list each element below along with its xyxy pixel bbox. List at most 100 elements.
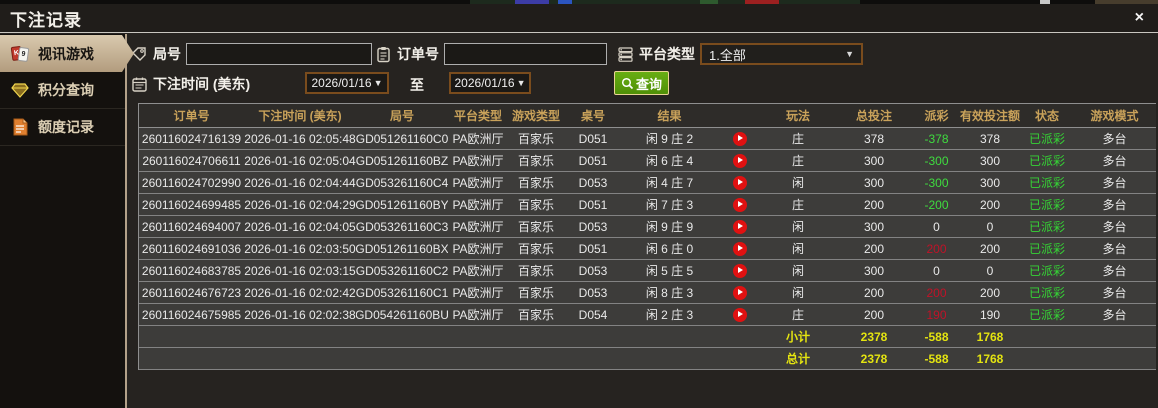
date-from-picker[interactable]: 2026/01/16 ▼ xyxy=(305,72,389,94)
cell-round: GD053261160C4 xyxy=(356,175,448,190)
cell-valid: 300 xyxy=(979,153,1001,168)
cell-platform: PA欧洲厅 xyxy=(452,220,504,234)
search-button-label: 查询 xyxy=(635,76,662,92)
cell-total: 300 xyxy=(863,263,885,278)
header-cell: 下注时间 (美东) xyxy=(258,109,342,123)
cell-status: 已派彩 xyxy=(1028,308,1065,322)
cell-total: 200 xyxy=(863,285,885,300)
round-number-input[interactable] xyxy=(186,43,372,65)
cell-status: 已派彩 xyxy=(1028,132,1065,146)
play-cell xyxy=(717,260,762,281)
play-video-icon[interactable] xyxy=(732,241,747,256)
platform-type-label: 平台类型 xyxy=(639,46,695,62)
header-cell: 总投注 xyxy=(855,109,892,123)
header-cell xyxy=(717,104,762,127)
header-cell: 状态 xyxy=(1034,109,1059,123)
cell-platform: PA欧洲厅 xyxy=(452,198,504,212)
play-video-icon[interactable] xyxy=(732,285,747,300)
subtotal-cell-payout: -588 xyxy=(924,329,949,344)
cell-platform: PA欧洲厅 xyxy=(452,242,504,256)
cell-mode: 多台 xyxy=(1102,220,1127,234)
cell-order: 260116024676723 xyxy=(141,285,242,300)
cell-mode: 多台 xyxy=(1102,176,1127,190)
cell-result: 闲 2 庄 3 xyxy=(645,308,694,322)
cell-round: GD051261160BZ xyxy=(356,153,448,168)
play-cell xyxy=(717,304,762,325)
cell-platform: PA欧洲厅 xyxy=(452,264,504,278)
cell-result: 闲 9 庄 2 xyxy=(645,132,694,146)
play-video-icon[interactable] xyxy=(732,219,747,234)
subtotal-cell-result xyxy=(622,326,717,347)
play-video-icon[interactable] xyxy=(732,131,747,146)
play-video-icon[interactable] xyxy=(732,153,747,168)
search-button[interactable]: 查询 xyxy=(614,71,669,95)
play-cell xyxy=(717,150,762,171)
subtotal-cell-round xyxy=(356,326,448,347)
cell-valid: 378 xyxy=(979,131,1001,146)
cell-result: 闲 8 庄 3 xyxy=(645,286,694,300)
cell-valid: 200 xyxy=(979,241,1001,256)
subtotal-cell-mode xyxy=(1073,326,1156,347)
cell-valid: 0 xyxy=(986,263,994,278)
play-cell xyxy=(717,172,762,193)
cell-bet_type: 庄 xyxy=(791,198,804,212)
sidebar-item-quota-records[interactable]: 额度记录 xyxy=(0,109,125,146)
cell-round: GD053261160C3 xyxy=(356,219,448,234)
play-video-icon[interactable] xyxy=(732,175,747,190)
subtotal-cell-status xyxy=(1021,326,1073,347)
order-number-input[interactable] xyxy=(444,43,607,65)
date-to-value: 2026/01/16 xyxy=(454,76,515,90)
date-from-value: 2026/01/16 xyxy=(311,76,372,90)
play-video-icon[interactable] xyxy=(732,263,747,278)
cell-order: 260116024683785 xyxy=(141,263,242,278)
cell-payout: 0 xyxy=(933,263,940,278)
cell-game: 百家乐 xyxy=(517,308,554,322)
close-icon[interactable]: × xyxy=(1135,10,1144,26)
cell-status: 已派彩 xyxy=(1028,154,1065,168)
cell-total: 200 xyxy=(863,197,885,212)
table-row: 260116024699485 2026-01-16 02:04:29 GD0512… xyxy=(139,194,1156,216)
cell-result: 闲 6 庄 4 xyxy=(645,154,694,168)
bet-time-label: 下注时间 (美东) xyxy=(153,76,251,92)
subtotal-cell-play xyxy=(717,326,762,347)
cell-total: 300 xyxy=(863,175,885,190)
chevron-down-icon: ▼ xyxy=(516,78,526,88)
table-row: 260116024676723 2026-01-16 02:02:42 GD0532… xyxy=(139,282,1156,304)
play-video-icon[interactable] xyxy=(732,197,747,212)
cell-result: 闲 5 庄 5 xyxy=(645,264,694,278)
sidebar-item-video-games[interactable]: K 9 视讯游戏 xyxy=(0,35,134,72)
platform-type-select[interactable]: 1.全部 ▼ xyxy=(700,43,863,65)
round-number-label: 局号 xyxy=(153,46,181,62)
grand-total-cell-play xyxy=(717,348,762,369)
cell-order: 260116024702990 xyxy=(141,175,242,190)
cell-platform: PA欧洲厅 xyxy=(452,176,504,190)
chevron-down-icon: ▼ xyxy=(373,78,383,88)
cell-round: GD051261160C0 xyxy=(356,131,448,146)
table-header-row: 订单号 下注时间 (美东) 局号 平台类型 游戏类型 桌号 结果 玩法 总投注 派彩 有效投注额 状态… xyxy=(139,104,1156,128)
header-cell: 派彩 xyxy=(924,109,949,123)
cell-mode: 多台 xyxy=(1102,154,1127,168)
sidebar-item-label: 视讯游戏 xyxy=(38,45,94,62)
grand-total-row: 总计 2378 -588 1768 xyxy=(139,348,1156,370)
cell-platform: PA欧洲厅 xyxy=(452,286,504,300)
table-row: 260116024675985 2026-01-16 02:02:38 GD0542… xyxy=(139,304,1156,326)
magnifier-icon xyxy=(621,77,634,90)
cell-mode: 多台 xyxy=(1102,264,1127,278)
date-to-picker[interactable]: 2026/01/16 ▼ xyxy=(449,72,531,94)
play-video-icon[interactable] xyxy=(732,307,747,322)
cell-table_no: D053 xyxy=(578,219,608,234)
bet-time-group: 下注时间 (美东) xyxy=(131,72,250,96)
play-cell xyxy=(717,216,762,237)
cell-game: 百家乐 xyxy=(517,198,554,212)
subtotal-cell-order xyxy=(139,326,244,347)
cell-table_no: D051 xyxy=(578,153,608,168)
sidebar-item-points-query[interactable]: 积分查询 xyxy=(0,72,125,109)
cell-table_no: D051 xyxy=(578,197,608,212)
cell-payout: -378 xyxy=(924,131,949,146)
table-row: 260116024694007 2026-01-16 02:04:05 GD0532… xyxy=(139,216,1156,238)
table-row: 260116024702990 2026-01-16 02:04:44 GD0532… xyxy=(139,172,1156,194)
cell-bet_type: 闲 xyxy=(791,264,804,278)
cell-payout: 190 xyxy=(926,307,947,322)
grand-total-cell-round xyxy=(356,348,448,369)
subtotal-cell-platform xyxy=(448,326,508,347)
